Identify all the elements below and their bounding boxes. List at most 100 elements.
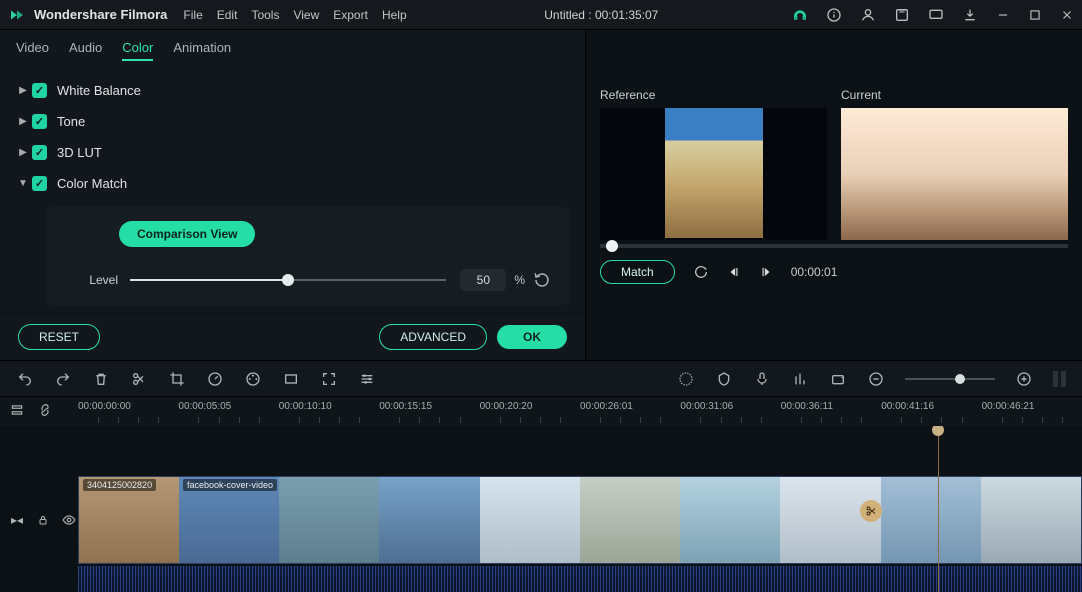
clip-2[interactable]: facebook-cover-video (179, 477, 1081, 563)
caret-right-icon[interactable]: ▶ (16, 147, 30, 158)
crop-icon[interactable] (168, 370, 186, 388)
title-bar: Wondershare Filmora File Edit Tools View… (0, 0, 1082, 30)
download-icon[interactable] (962, 7, 978, 23)
zoom-out-icon[interactable] (867, 370, 885, 388)
zoom-slider[interactable] (905, 378, 995, 380)
checkbox-tone[interactable]: ✓ (32, 114, 47, 129)
current-preview (841, 108, 1068, 240)
color-icon[interactable] (244, 370, 262, 388)
audio-track[interactable] (78, 566, 1082, 592)
color-panel-list: ▶ ✓ White Balance ▶ ✓ Tone ▶ ✓ 3D LUT ▼ … (0, 67, 585, 313)
preview-time: 00:00:01 (791, 265, 838, 279)
menu-file[interactable]: File (183, 8, 202, 22)
audio-mixer-icon[interactable] (791, 370, 809, 388)
eye-icon[interactable] (62, 511, 76, 529)
zoom-thumb[interactable] (955, 374, 965, 384)
reference-preview (600, 108, 827, 240)
menu-edit[interactable]: Edit (217, 8, 238, 22)
subtab-color[interactable]: Color (122, 40, 153, 61)
preview-scrubber[interactable] (600, 244, 1068, 248)
subtab-animation[interactable]: Animation (173, 40, 231, 61)
slider-thumb[interactable] (282, 274, 294, 286)
ok-button[interactable]: OK (497, 325, 567, 349)
ruler-tick: 00:00:15:15 (379, 401, 432, 412)
checkbox-white-balance[interactable]: ✓ (32, 83, 47, 98)
close-icon[interactable] (1060, 8, 1074, 22)
menu-export[interactable]: Export (333, 8, 368, 22)
level-slider[interactable] (130, 279, 446, 281)
render-icon[interactable] (677, 370, 695, 388)
checkbox-color-match[interactable]: ✓ (32, 176, 47, 191)
document-title: Untitled : 00:01:35:07 (421, 8, 782, 22)
subtab-audio[interactable]: Audio (69, 40, 102, 61)
snapshot-icon[interactable] (829, 370, 847, 388)
undo-icon[interactable] (16, 370, 34, 388)
label-tone: Tone (57, 114, 85, 129)
save-icon[interactable] (894, 7, 910, 23)
track-header: ▸◂ (0, 506, 78, 534)
comparison-view-button[interactable]: Comparison View (119, 221, 255, 247)
menu-view[interactable]: View (293, 8, 319, 22)
speed-icon[interactable] (206, 370, 224, 388)
ruler-tick: 00:00:36:11 (781, 401, 833, 412)
scrubber-thumb[interactable] (606, 240, 618, 252)
caret-right-icon[interactable]: ▶ (16, 116, 30, 127)
clip-1[interactable]: 3404125002820 (79, 477, 179, 563)
menu-tools[interactable]: Tools (251, 8, 279, 22)
reference-label: Reference (600, 88, 827, 102)
label-color-match: Color Match (57, 176, 127, 191)
account-icon[interactable] (860, 7, 876, 23)
timeline-toolbar (0, 360, 1082, 396)
delete-icon[interactable] (92, 370, 110, 388)
prev-frame-icon[interactable] (727, 265, 741, 279)
caret-down-icon[interactable]: ▼ (16, 178, 30, 189)
loop-icon[interactable] (693, 264, 709, 280)
zoom-fit-icon[interactable] (1053, 371, 1066, 387)
match-button[interactable]: Match (600, 260, 675, 284)
message-icon[interactable] (928, 7, 944, 23)
ruler-tick: 00:00:00:00 (78, 401, 131, 412)
zoom-in-icon[interactable] (1015, 370, 1033, 388)
timeline-ruler[interactable]: 00:00:00:00 00:00:05:05 00:00:10:10 00:00:1… (0, 396, 1082, 426)
track-manager-icon[interactable] (10, 403, 24, 417)
advanced-button[interactable]: ADVANCED (379, 324, 487, 350)
maximize-icon[interactable] (1028, 8, 1042, 22)
ruler-tick: 00:00:26:01 (580, 401, 633, 412)
ruler-tick: 00:00:20:20 (480, 401, 533, 412)
app-name: Wondershare Filmora (34, 7, 167, 22)
color-match-panel: Comparison View Level 50 % (46, 207, 569, 305)
split-icon[interactable] (130, 370, 148, 388)
panel-buttons: RESET ADVANCED OK (0, 313, 585, 360)
reset-level-icon[interactable] (533, 271, 551, 289)
timeline-body[interactable]: ▸◂ 3404125002820 facebook-cover-video (0, 426, 1082, 592)
caret-right-icon[interactable]: ▶ (16, 85, 30, 96)
label-3d-lut: 3D LUT (57, 145, 102, 160)
track-toggle-icon[interactable]: ▸◂ (10, 511, 24, 529)
video-track[interactable]: 3404125002820 facebook-cover-video (78, 476, 1082, 564)
next-frame-icon[interactable] (759, 265, 773, 279)
minimize-icon[interactable] (996, 8, 1010, 22)
ruler-tick: 00:00:05:05 (178, 401, 231, 412)
lock-icon[interactable] (36, 511, 50, 529)
voiceover-icon[interactable] (753, 370, 771, 388)
level-value[interactable]: 50 (460, 269, 506, 291)
level-unit: % (514, 273, 525, 287)
green-screen-icon[interactable] (282, 370, 300, 388)
ruler-tick: 00:00:10:10 (279, 401, 332, 412)
reset-button[interactable]: RESET (18, 324, 100, 350)
expand-icon[interactable] (320, 370, 338, 388)
subtab-video[interactable]: Video (16, 40, 49, 61)
menu-help[interactable]: Help (382, 8, 407, 22)
playhead[interactable] (938, 426, 939, 592)
ruler-tick: 00:00:41:16 (881, 401, 934, 412)
info-icon[interactable] (826, 7, 842, 23)
app-logo-icon (8, 6, 26, 24)
settings-icon[interactable] (358, 370, 376, 388)
checkbox-3d-lut[interactable]: ✓ (32, 145, 47, 160)
ruler-tick: 00:00:46:21 (982, 401, 1035, 412)
marker-icon[interactable] (715, 370, 733, 388)
link-icon[interactable] (38, 403, 52, 417)
headphones-icon[interactable] (792, 7, 808, 23)
redo-icon[interactable] (54, 370, 72, 388)
ruler-tick: 00:00:31:06 (680, 401, 733, 412)
